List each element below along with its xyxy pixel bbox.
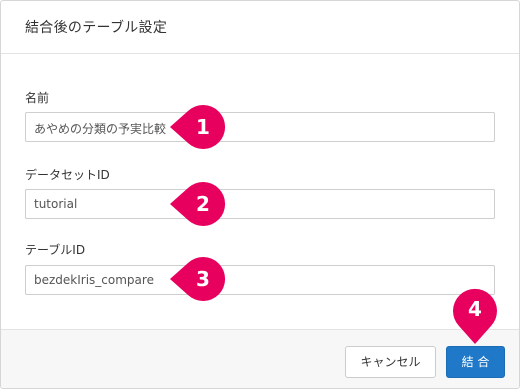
name-input[interactable]: あやめの分類の予実比較 (25, 112, 495, 142)
callout-number: 1 (196, 115, 210, 139)
dataset-id-input-value: tutorial (34, 197, 78, 211)
callout-number: 4 (468, 297, 482, 321)
callout-number: 2 (196, 192, 210, 216)
dialog-footer: キャンセル 結 合 (1, 329, 519, 388)
dialog-header: 結合後のテーブル設定 (1, 1, 519, 54)
name-input-value: あやめの分類の予実比較 (34, 122, 167, 136)
callout-marker-3: 3 (168, 257, 226, 301)
callout-marker-1: 1 (168, 105, 226, 149)
name-label: 名前 (25, 91, 50, 105)
dataset-id-input[interactable]: tutorial (25, 189, 495, 219)
table-id-input-value: bezdekIris_compare (34, 273, 154, 287)
callout-marker-2: 2 (168, 182, 226, 226)
callout-number: 3 (196, 267, 210, 291)
table-id-label: テーブルID (25, 243, 86, 257)
table-settings-dialog: 結合後のテーブル設定 名前 あやめの分類の予実比較 データセットID tutor… (0, 0, 520, 389)
callout-marker-4: 4 (452, 288, 498, 346)
dataset-id-label: データセットID (25, 168, 110, 182)
dialog-title: 結合後のテーブル設定 (25, 20, 168, 36)
table-id-input[interactable]: bezdekIris_compare (25, 265, 495, 295)
cancel-button[interactable]: キャンセル (345, 346, 436, 378)
join-button[interactable]: 結 合 (446, 346, 505, 378)
